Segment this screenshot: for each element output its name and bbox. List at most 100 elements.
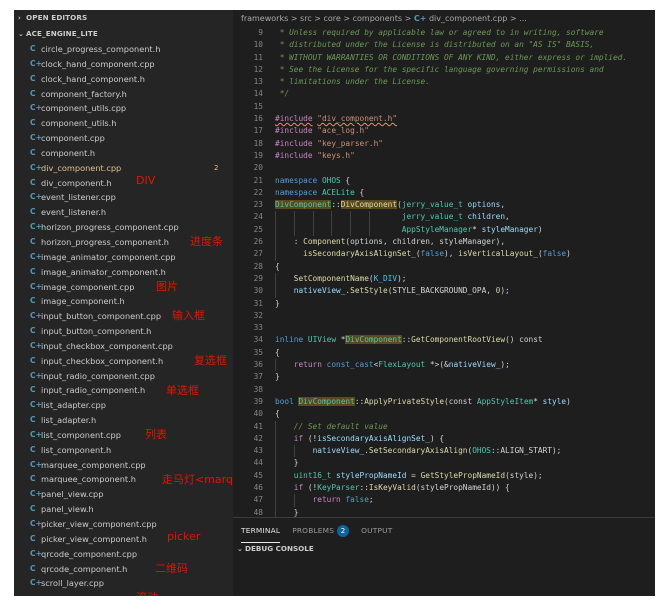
tab-terminal[interactable]: TERMINAL — [241, 519, 281, 543]
code-line[interactable]: 34 inline UIView *DivComponent::GetCompon… — [233, 334, 655, 346]
tab-problems[interactable]: PROBLEMS 2 — [292, 519, 350, 543]
file-tree-item[interactable]: C+ event_listener.cpp — [14, 190, 233, 205]
file-name: input_radio_component.cpp — [41, 370, 155, 381]
code-line[interactable]: 12 * See the License for the specific la… — [233, 64, 655, 76]
file-tree-item[interactable]: Cevent_listener.h — [14, 205, 233, 220]
header-file-icon: C — [30, 533, 36, 543]
code-token: AppStyleItem — [476, 396, 534, 406]
code-token: DivComponent — [298, 396, 355, 406]
project-header[interactable]: ⌄ ACE_ENGINE_LITE — [14, 26, 233, 42]
code-line[interactable]: 40 { — [233, 408, 655, 420]
code-line[interactable]: 10 * distributed under the License is di… — [233, 39, 655, 51]
code-line[interactable]: 28 { — [233, 261, 655, 273]
file-tree-item[interactable]: Cdiv_component.h — [14, 176, 233, 191]
cpp-file-icon: C+ — [30, 103, 42, 113]
file-tree-item[interactable]: C+ panel_view.cpp — [14, 487, 233, 502]
file-tree-item[interactable]: Cpanel_view.h — [14, 502, 233, 517]
file-tree-item[interactable]: C+ input_radio_component.cpp — [14, 369, 233, 384]
file-tree-item[interactable]: Cinput_radio_component.h — [14, 383, 233, 398]
breadcrumb-tail[interactable]: > ... — [507, 14, 527, 23]
project-label: ACE_ENGINE_LITE — [26, 29, 98, 38]
file-tree-item[interactable]: C+ component_utils.cpp — [14, 101, 233, 116]
code-line[interactable]: 27 isSecondaryAxisAlignSet_(false), isVe… — [233, 248, 655, 261]
file-tree-item[interactable]: Clist_adapter.h — [14, 413, 233, 428]
code-token: if — [293, 482, 304, 492]
file-name: horizon_progress_component.h — [41, 236, 169, 247]
code-line[interactable]: 22 namespace ACELite { — [233, 187, 655, 199]
file-tree-item[interactable]: Ccircle_progress_component.h — [14, 42, 233, 57]
code-token: , — [505, 212, 510, 222]
file-tree-item[interactable]: Ccomponent.h — [14, 146, 233, 161]
file-tree-item[interactable]: Cclock_hand_component.h — [14, 72, 233, 87]
file-tree-item[interactable]: Ccomponent_factory.h — [14, 87, 233, 102]
file-tree-item[interactable]: C+ clock_hand_component.cpp — [14, 57, 233, 72]
code-line[interactable]: 25 AppStyleManager* styleManager) — [233, 223, 655, 237]
code-line[interactable]: 29 SetComponentName(K_DIV); — [233, 272, 655, 286]
code-line[interactable]: 33 — [233, 322, 655, 334]
file-tree-item[interactable]: Cqrcode_component.h — [14, 562, 233, 577]
file-tree-item[interactable]: C+ qrcode_component.cpp — [14, 547, 233, 562]
code-line[interactable]: 9 * Unless required by applicable law or… — [233, 27, 655, 39]
indent-guide — [350, 211, 352, 224]
code-line[interactable]: 37} — [233, 371, 655, 383]
code-line[interactable]: 31} — [233, 298, 655, 310]
open-editors-header[interactable]: › OPEN EDITORS — [14, 10, 233, 26]
vscode-window: › OPEN EDITORS ⌄ ACE_ENGINE_LITE Ccircle_p… — [14, 10, 655, 596]
line-number: 35 — [253, 347, 263, 357]
code-line[interactable]: 11 * WITHOUT WARRANTIES OR CONDITIONS OF… — [233, 52, 655, 64]
breadcrumb-path[interactable]: frameworks > src > core > components > — [241, 14, 414, 23]
code-line[interactable]: 14 */ — [233, 88, 655, 100]
debug-console-header[interactable]: ⌄ DEBUG CONSOLE — [233, 542, 655, 556]
file-tree-item[interactable]: C+ image_animator_component.cpp — [14, 250, 233, 265]
file-tree-item[interactable]: C+ scroll_layer.cpp — [14, 576, 233, 591]
code-line[interactable]: 15 — [233, 101, 655, 113]
line-number: 25 — [253, 224, 263, 234]
code-line[interactable]: 17 #include "ace_log.h" — [233, 125, 655, 137]
code-token: * distributed under the License is distr… — [275, 40, 595, 50]
file-tree-item[interactable]: Ccomponent_utils.h — [14, 116, 233, 131]
code-line[interactable]: 23 DivComponent::DivComponent(jerry_value… — [233, 199, 655, 211]
code-line[interactable]: 47 return false; — [233, 494, 655, 507]
file-tree-item[interactable]: C+ div_component.cpp 2 — [14, 161, 233, 176]
code-line[interactable]: 42 if (!isSecondaryAxisAlignSet_) { — [233, 432, 655, 446]
tab-output[interactable]: OUTPUT — [361, 519, 392, 543]
code-token: ), — [444, 249, 459, 259]
code-line[interactable]: 38 — [233, 384, 655, 396]
code-token: ::ALIGN_START); — [490, 446, 562, 456]
code-line[interactable]: 30 nativeView_.SetStyle(STYLE_BACKGROUND… — [233, 285, 655, 298]
code-line[interactable]: 44 } — [233, 457, 655, 470]
code-line[interactable]: 19 #include "keys.h" — [233, 150, 655, 162]
code-line[interactable]: 32 — [233, 310, 655, 322]
code-line[interactable]: 18 #include "key_parser.h" — [233, 138, 655, 150]
chevron-right-icon: › — [18, 14, 21, 22]
file-tree-item[interactable]: Cimage_animator_component.h — [14, 265, 233, 280]
code-line[interactable]: 43 nativeView_.SetSecondaryAxisAlign(OHO… — [233, 445, 655, 458]
code-line[interactable]: 39 bool DivComponent::ApplyPrivateStyle(c… — [233, 396, 655, 408]
code-line[interactable]: 46 if (!KeyParser::IsKeyValid(stylePropN… — [233, 481, 655, 495]
tab-label: OUTPUT — [361, 526, 393, 535]
code-line[interactable]: 35 { — [233, 347, 655, 359]
line-content: DivComponent::DivComponent(jerry_value_t… — [275, 199, 505, 211]
file-name: div_component.cpp — [41, 162, 122, 173]
code-line[interactable]: 20 — [233, 162, 655, 174]
file-tree-item[interactable]: Cinput_button_component.h — [14, 324, 233, 339]
code-line[interactable]: 26 : Component(options, children, styleM… — [233, 236, 655, 249]
file-tree-item[interactable]: C+ list_adapter.cpp — [14, 398, 233, 413]
code-line[interactable]: 48 } — [233, 506, 655, 517]
breadcrumb[interactable]: frameworks > src > core > components > C… — [233, 10, 655, 27]
code-line[interactable]: 36 return const_cast<FlexLayout *>(&nati… — [233, 359, 655, 372]
file-tree-item[interactable]: C+ list_component.cpp — [14, 428, 233, 443]
file-tree-item[interactable]: C+ image_component.cpp — [14, 280, 233, 295]
code-line[interactable]: 24 jerry_value_t children, — [233, 211, 655, 224]
code-line[interactable]: 21 namespace OHOS { — [233, 175, 655, 187]
file-tree-item[interactable]: C+ component.cpp — [14, 131, 233, 146]
code-line[interactable]: 45 uint16_t stylePropNameId = GetStylePr… — [233, 469, 655, 482]
breadcrumb-file[interactable]: div_component.cpp — [429, 14, 507, 23]
code-line[interactable]: 41 // Set default value — [233, 420, 655, 433]
code-token: KeyParser — [317, 482, 360, 492]
code-line[interactable]: 13 * limitations under the License. — [233, 76, 655, 88]
code-line[interactable]: 16 #include "div_component.h" — [233, 113, 655, 125]
code-editor[interactable]: 9 * Unless required by applicable law or… — [233, 27, 655, 517]
file-tree-item[interactable]: Clist_component.h — [14, 443, 233, 458]
